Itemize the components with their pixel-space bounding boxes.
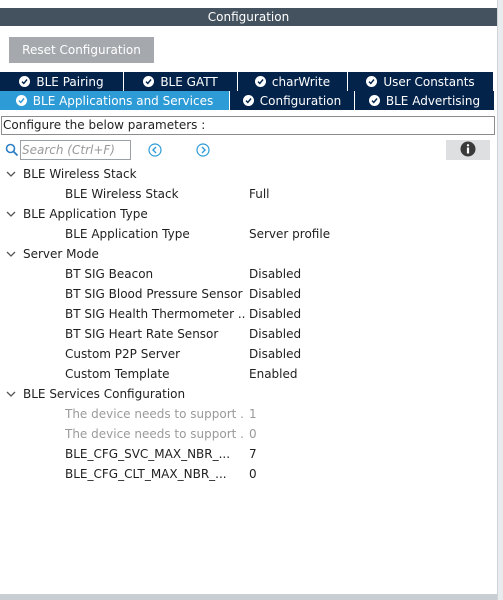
parameter-name: The device needs to support ...: [65, 407, 245, 421]
tab-ble-advertising[interactable]: BLE Advertising: [355, 91, 495, 110]
tab-label: User Constants: [383, 74, 475, 89]
tree-group[interactable]: BLE Application Type: [5, 204, 148, 224]
parameter-row[interactable]: BLE_CFG_CLT_MAX_NBR_... 0: [0, 464, 497, 484]
parameter-row[interactable]: BT SIG Heart Rate Sensor Disabled: [0, 324, 497, 344]
window-title: Configuration: [0, 8, 497, 26]
parameter-name: BLE_CFG_CLT_MAX_NBR_...: [65, 467, 227, 481]
info-button[interactable]: [446, 140, 490, 160]
parameter-row[interactable]: BT SIG Health Thermometer ... Disabled: [0, 304, 497, 324]
check-circle-icon: [254, 76, 266, 87]
horizontal-scrollbar[interactable]: [0, 594, 497, 600]
parameter-value: Disabled: [249, 287, 302, 301]
parameter-name: BLE_CFG_SVC_MAX_NBR_...: [65, 447, 231, 461]
tab-label: BLE Applications and Services: [32, 93, 214, 108]
parameter-row[interactable]: Custom Template Enabled: [0, 364, 497, 384]
parameter-value: Disabled: [249, 267, 302, 281]
parameter-name: BT SIG Beacon: [65, 267, 154, 281]
next-occurrence-icon[interactable]: [196, 143, 210, 157]
parameter-name: BLE Wireless Stack: [65, 187, 179, 201]
parameter-row[interactable]: BT SIG Blood Pressure Sensor Disabled: [0, 284, 497, 304]
parameter-name: BT SIG Blood Pressure Sensor: [65, 287, 243, 301]
tree-group-label: BLE Wireless Stack: [23, 167, 137, 181]
tree-group-label: BLE Services Configuration: [23, 387, 186, 401]
tab-label: charWrite: [271, 74, 331, 89]
parameter-value: Full: [249, 187, 270, 201]
parameter-row[interactable]: The device needs to support ... 1: [0, 404, 497, 424]
parameter-name: Custom P2P Server: [65, 347, 181, 361]
chevron-down-icon: [6, 391, 16, 397]
check-circle-icon: [143, 76, 155, 87]
previous-occurrence-icon[interactable]: [148, 143, 162, 157]
tab-row-1: BLE Pairing BLE GATT charWrite User Constan…: [0, 72, 494, 91]
check-circle-icon: [19, 76, 31, 87]
tab-label: BLE Advertising: [385, 93, 481, 108]
parameter-value: Disabled: [249, 347, 302, 361]
tab-ble-pairing[interactable]: BLE Pairing: [0, 72, 124, 91]
parameter-value: 0: [249, 427, 257, 441]
tab-row-2: BLE Applications and Services Configurati…: [0, 91, 495, 110]
check-circle-icon: [242, 95, 254, 106]
chevron-down-icon: [6, 251, 16, 257]
parameter-value: Server profile: [249, 227, 331, 241]
tab-label: Configuration: [259, 93, 342, 108]
parameter-row[interactable]: The device needs to support ... 0: [0, 424, 497, 444]
search-input[interactable]: [20, 140, 131, 160]
check-circle-icon: [15, 95, 27, 106]
tree-group-label: BLE Application Type: [23, 207, 148, 221]
parameters-hint: Configure the below parameters :: [1, 116, 495, 135]
tree-group[interactable]: BLE Wireless Stack: [5, 164, 137, 184]
parameter-value: 1: [249, 407, 257, 421]
parameter-row[interactable]: BLE Wireless Stack Full: [0, 184, 497, 204]
tab-configuration[interactable]: Configuration: [230, 91, 355, 110]
parameter-value: 7: [249, 447, 257, 461]
right-scrollbar-track: [497, 0, 503, 600]
parameter-name: BT SIG Health Thermometer ...: [65, 307, 245, 321]
tree-group-label: Server Mode: [23, 247, 99, 261]
tree-group[interactable]: BLE Services Configuration: [5, 384, 185, 404]
check-circle-icon: [366, 76, 378, 87]
tab-label: BLE GATT: [160, 74, 218, 89]
search-icon: [5, 143, 19, 157]
tab-label: BLE Pairing: [36, 74, 104, 89]
tab-ble-gatt[interactable]: BLE GATT: [124, 72, 238, 91]
parameter-value: 0: [249, 467, 257, 481]
parameter-value: Disabled: [249, 307, 302, 321]
parameter-name: BT SIG Heart Rate Sensor: [65, 327, 219, 341]
parameter-row[interactable]: Custom P2P Server Disabled: [0, 344, 497, 364]
info-icon: [460, 141, 476, 160]
parameter-name: The device needs to support ...: [65, 427, 245, 441]
reset-configuration-button[interactable]: Reset Configuration: [9, 37, 154, 63]
check-circle-icon: [368, 95, 380, 106]
parameter-name: BLE Application Type: [65, 227, 190, 241]
parameter-value: Disabled: [249, 327, 302, 341]
chevron-down-icon: [6, 171, 16, 177]
parameter-value: Enabled: [249, 367, 298, 381]
parameter-row[interactable]: BT SIG Beacon Disabled: [0, 264, 497, 284]
chevron-down-icon: [6, 211, 16, 217]
tab-charwrite[interactable]: charWrite: [238, 72, 348, 91]
tab-user-constants[interactable]: User Constants: [348, 72, 494, 91]
tree-group[interactable]: Server Mode: [5, 244, 99, 264]
parameter-row[interactable]: BLE_CFG_SVC_MAX_NBR_... 7: [0, 444, 497, 464]
tab-ble-applications-and-services[interactable]: BLE Applications and Services: [0, 91, 230, 110]
parameter-name: Custom Template: [65, 367, 170, 381]
parameter-row[interactable]: BLE Application Type Server profile: [0, 224, 497, 244]
